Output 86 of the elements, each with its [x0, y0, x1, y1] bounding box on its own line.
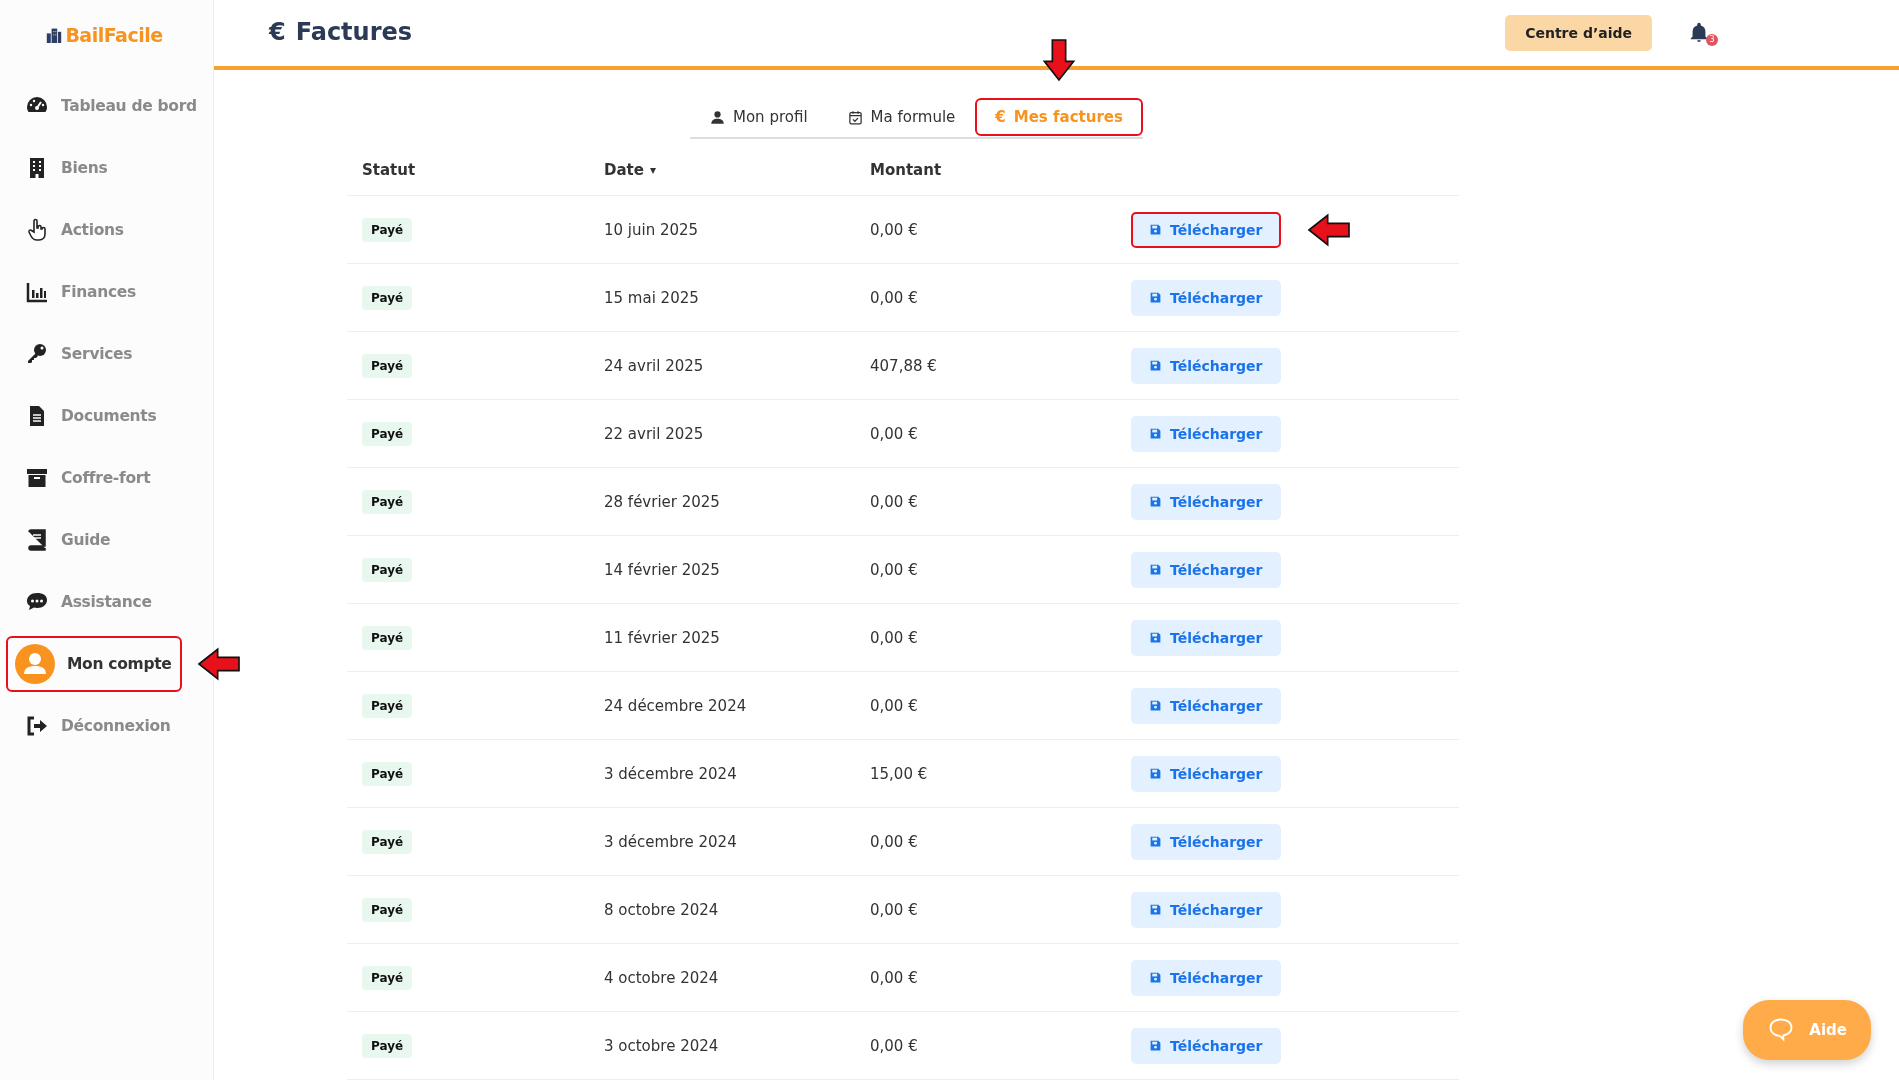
download-button[interactable]: Télécharger: [1131, 755, 1281, 792]
table-cell: 0,00 €: [870, 832, 918, 851]
sidebar-item[interactable]: Coffre-fort: [6, 458, 161, 498]
sidebar-item[interactable]: Mon compte: [6, 636, 182, 692]
sidebar-item[interactable]: Déconnexion: [6, 706, 181, 746]
table-cell: 28 février 2025: [604, 492, 720, 511]
tab[interactable]: Ma formule: [827, 98, 976, 136]
bar-chart-icon: [25, 280, 49, 304]
download-button[interactable]: Télécharger: [1131, 959, 1281, 996]
status-tag: Payé: [362, 217, 413, 242]
tab[interactable]: € Mes factures: [975, 98, 1143, 136]
download-button[interactable]: Télécharger: [1131, 891, 1281, 928]
download-button[interactable]: Télécharger: [1131, 619, 1281, 656]
key-icon: [25, 342, 49, 366]
table-cell: 15,00 €: [870, 764, 928, 783]
download-button[interactable]: Télécharger: [1131, 687, 1281, 724]
table-cell: 0,00 €: [870, 628, 918, 647]
table-cell: 0,00 €: [870, 560, 918, 579]
table-cell: 24 décembre 2024: [604, 696, 747, 715]
download-button[interactable]: Télécharger: [1131, 347, 1281, 384]
table-cell: 10 juin 2025: [604, 220, 699, 239]
column-header: Statut: [362, 161, 416, 179]
sidebar-item[interactable]: Assistance: [6, 582, 162, 622]
building-logo-icon: [46, 27, 63, 43]
table-cell: 0,00 €: [870, 492, 918, 511]
download-button[interactable]: Télécharger: [1131, 211, 1281, 248]
status-tag: Payé: [362, 897, 413, 922]
status-tag: Payé: [362, 1033, 413, 1058]
table-cell: 407,88 €: [870, 356, 937, 375]
tab[interactable]: Mon profil: [690, 98, 828, 136]
status-tag: Payé: [362, 761, 413, 786]
table-cell: 3 octobre 2024: [604, 1036, 719, 1055]
sidebar-item[interactable]: Services: [6, 334, 143, 374]
status-tag: Payé: [362, 489, 413, 514]
table-cell: 3 décembre 2024: [604, 764, 737, 783]
table-cell: 15 mai 2025: [604, 288, 699, 307]
table-cell: 0,00 €: [870, 220, 918, 239]
column-header: Montant: [870, 161, 942, 179]
status-tag: Payé: [362, 965, 413, 990]
calendar-check-icon: [847, 109, 863, 125]
status-tag: Payé: [362, 353, 413, 378]
notification-count: 3: [1706, 34, 1718, 46]
status-tag: Payé: [362, 693, 413, 718]
table-cell: 14 février 2025: [604, 560, 720, 579]
sidebar-item[interactable]: Guide: [6, 520, 121, 560]
table-cell: 3 décembre 2024: [604, 832, 737, 851]
sidebar-item[interactable]: Documents: [6, 396, 167, 436]
table-cell: 0,00 €: [870, 288, 918, 307]
download-button[interactable]: Télécharger: [1131, 551, 1281, 588]
table-cell: 24 avril 2025: [604, 356, 704, 375]
table-cell: 0,00 €: [870, 424, 918, 443]
status-tag: Payé: [362, 829, 413, 854]
page-title: Factures: [295, 17, 413, 46]
status-tag: Payé: [362, 625, 413, 650]
sidebar-item[interactable]: Tableau de bord: [6, 86, 207, 126]
sort-caret-icon[interactable]: ▾: [649, 163, 656, 177]
help-center-button[interactable]: Centre d’aide: [1505, 15, 1652, 51]
status-tag: Payé: [362, 285, 413, 310]
download-button[interactable]: Télécharger: [1131, 415, 1281, 452]
archive-box-icon: [25, 466, 49, 490]
user-icon: [710, 109, 725, 125]
status-tag: Payé: [362, 421, 413, 446]
table-cell: 0,00 €: [870, 696, 918, 715]
table-cell: 4 octobre 2024: [604, 968, 719, 987]
table-cell: 11 février 2025: [604, 628, 720, 647]
pointing-hand-icon: [25, 218, 49, 242]
download-button[interactable]: Télécharger: [1131, 483, 1281, 520]
column-header[interactable]: Date: [604, 161, 644, 179]
logout-icon: [25, 714, 49, 738]
avatar-icon: [15, 644, 55, 684]
logo-text: BailFacile: [65, 24, 163, 46]
table-cell: 0,00 €: [870, 900, 918, 919]
euro-icon: €: [269, 17, 286, 46]
table-cell: 0,00 €: [870, 968, 918, 987]
table-cell: 8 octobre 2024: [604, 900, 719, 919]
table-cell: 22 avril 2025: [604, 424, 704, 443]
euro-icon: €: [995, 108, 1006, 126]
sidebar-item[interactable]: Finances: [6, 272, 146, 312]
table-cell: 0,00 €: [870, 1036, 918, 1055]
sidebar-item[interactable]: Actions: [6, 210, 134, 250]
download-button[interactable]: Télécharger: [1131, 279, 1281, 316]
download-button[interactable]: Télécharger: [1131, 1027, 1281, 1064]
download-button[interactable]: Télécharger: [1131, 823, 1281, 860]
book-icon: [25, 528, 49, 552]
status-tag: Payé: [362, 557, 413, 582]
sidebar-item[interactable]: Biens: [6, 148, 118, 188]
